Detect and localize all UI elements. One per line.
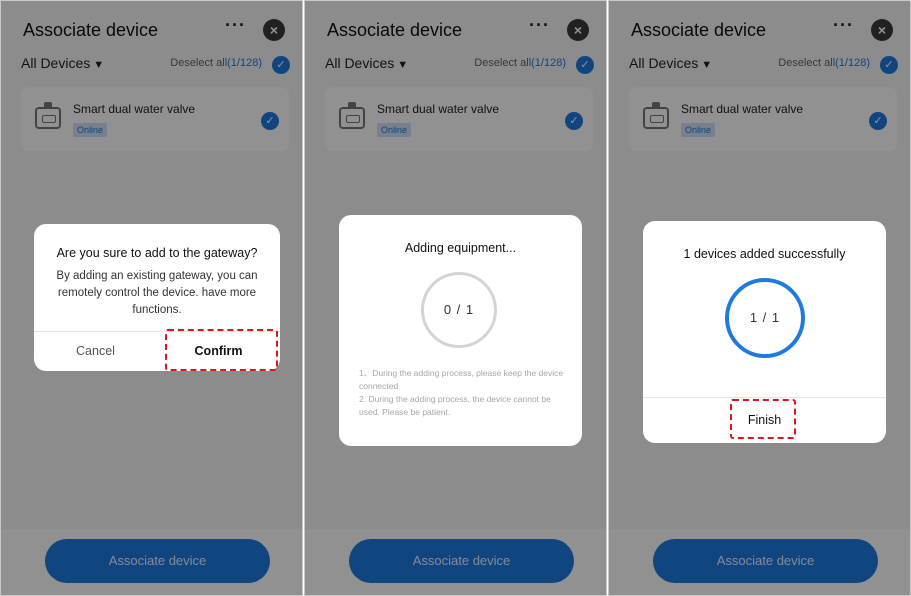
dialog-title: Are you sure to add to the gateway? <box>56 246 258 260</box>
progress-ring: 0 / 1 <box>421 272 497 348</box>
tip-text: 2. During the adding process, the device… <box>359 394 551 417</box>
highlight-box <box>730 399 796 439</box>
highlight-box <box>165 329 278 371</box>
screen-added-success: Associate device ··· × All Devices ▼ Dese… <box>608 0 911 596</box>
dialog-title: 1 devices added successfully <box>683 247 846 261</box>
screen-adding-progress: Associate device ··· × All Devices ▼ Dese… <box>304 0 607 596</box>
success-dialog: 1 devices added successfully 1 / 1 Finis… <box>643 221 886 443</box>
confirm-dialog: Are you sure to add to the gateway? By a… <box>34 224 280 371</box>
screen-confirm-add: Associate device ··· × All Devices ▼ Dese… <box>0 0 303 596</box>
dialog-title: Adding equipment... <box>404 241 517 255</box>
cancel-button[interactable]: Cancel <box>34 332 157 371</box>
progress-dialog: Adding equipment... 0 / 1 1、During the a… <box>339 215 582 446</box>
dialog-message: By adding an existing gateway, you can r… <box>56 270 258 316</box>
tip-text: 1、During the adding process, please keep… <box>359 368 564 391</box>
progress-ring: 1 / 1 <box>725 278 805 358</box>
adding-tips: 1、During the adding process, please keep… <box>359 367 564 419</box>
